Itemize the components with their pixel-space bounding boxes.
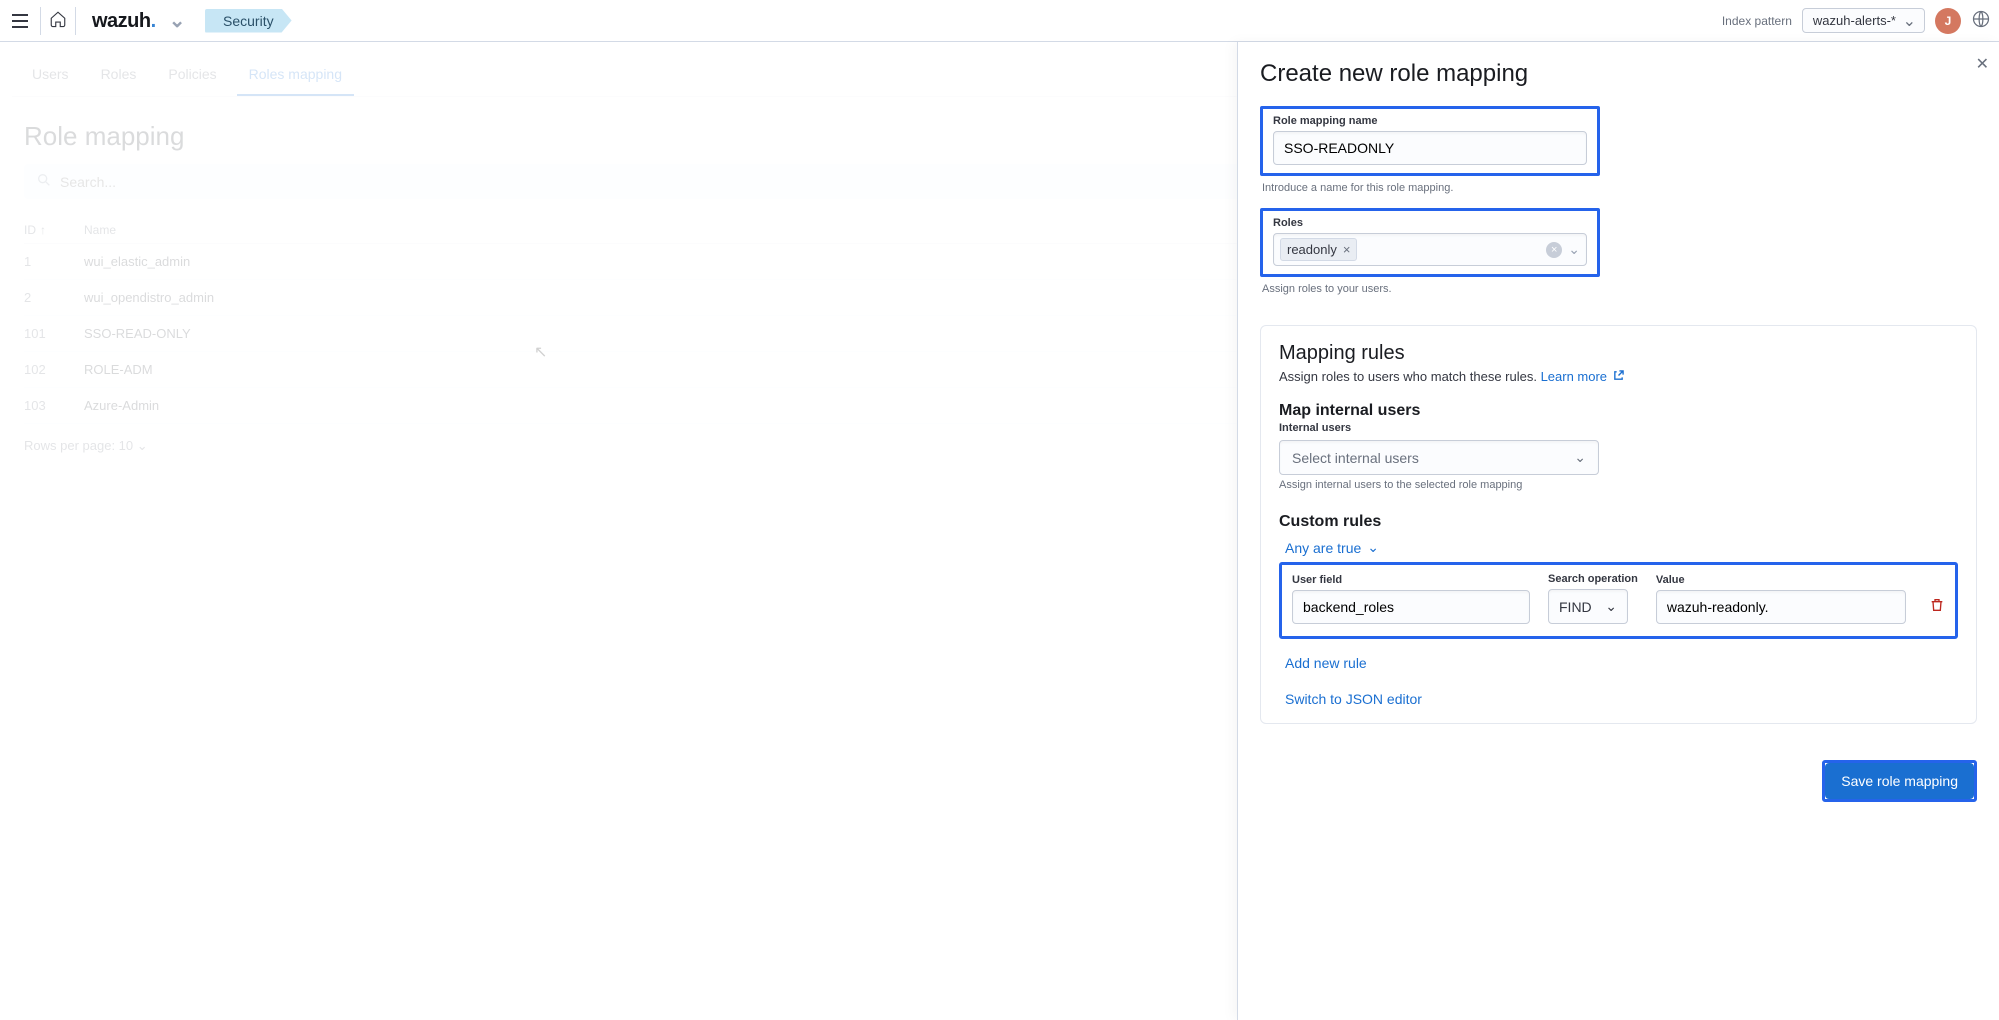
globe-icon[interactable] xyxy=(1971,9,1991,32)
role-mapping-name-input[interactable] xyxy=(1273,131,1587,165)
save-highlight: Save role mapping xyxy=(1822,760,1977,802)
cell-id: 1 xyxy=(24,254,84,269)
mapping-rules-title: Mapping rules xyxy=(1279,342,1958,365)
chevron-down-icon: ⌄ xyxy=(1605,598,1617,615)
chevron-down-icon[interactable]: ⌄ xyxy=(169,8,185,33)
menu-toggle-icon[interactable] xyxy=(8,9,32,33)
role-chip-readonly: readonly × xyxy=(1280,238,1357,261)
cell-id: 2 xyxy=(24,290,84,305)
clear-all-icon[interactable]: × xyxy=(1546,242,1562,258)
chevron-down-icon[interactable]: ⌄ xyxy=(1568,241,1580,258)
cell-id: 102 xyxy=(24,362,84,377)
cell-id: 103 xyxy=(24,398,84,413)
avatar[interactable]: J xyxy=(1935,8,1961,34)
role-mapping-name-group: Role mapping name xyxy=(1260,106,1600,176)
add-new-rule-link[interactable]: Add new rule xyxy=(1285,655,1367,671)
remove-chip-icon[interactable]: × xyxy=(1343,242,1351,257)
breadcrumb-security[interactable]: Security xyxy=(205,9,292,33)
map-internal-users-title: Map internal users xyxy=(1279,402,1958,420)
roles-label: Roles xyxy=(1273,217,1587,229)
tab-policies[interactable]: Policies xyxy=(156,54,228,96)
chevron-down-icon: ⌄ xyxy=(1367,539,1379,556)
roles-group: Roles readonly × × ⌄ xyxy=(1260,208,1600,277)
custom-rules-title: Custom rules xyxy=(1279,513,1958,531)
save-role-mapping-button[interactable]: Save role mapping xyxy=(1825,763,1974,799)
flyout-title: Create new role mapping xyxy=(1260,60,1977,88)
internal-users-label: Internal users xyxy=(1279,422,1958,434)
brand-logo: wazuh. ⌄ xyxy=(84,8,185,33)
mapping-rules-panel: Mapping rules Assign roles to users who … xyxy=(1260,325,1977,724)
col-id[interactable]: ID ↑ xyxy=(24,223,84,237)
index-pattern-label: Index pattern xyxy=(1722,14,1792,28)
tab-roles[interactable]: Roles xyxy=(89,54,149,96)
learn-more-link[interactable]: Learn more xyxy=(1541,369,1624,384)
search-op-label: Search operation xyxy=(1548,573,1638,585)
app-header: wazuh. ⌄ Security Index pattern wazuh-al… xyxy=(0,0,1999,42)
cell-id: 101 xyxy=(24,326,84,341)
custom-rule-row: User field Search operation FIND⌄ Value xyxy=(1279,562,1958,639)
chevron-down-icon: ⌄ xyxy=(137,438,148,453)
sort-up-icon: ↑ xyxy=(40,223,46,237)
internal-users-help: Assign internal users to the selected ro… xyxy=(1279,479,1958,491)
search-icon xyxy=(36,172,60,191)
chevron-down-icon: ⌄ xyxy=(1574,449,1586,466)
create-role-mapping-flyout: ✕ Create new role mapping Role mapping n… xyxy=(1237,42,1999,1020)
internal-users-select[interactable]: Select internal users ⌄ xyxy=(1279,440,1599,475)
role-mapping-name-help: Introduce a name for this role mapping. xyxy=(1262,182,1977,194)
tab-users[interactable]: Users xyxy=(20,54,81,96)
home-button[interactable] xyxy=(40,7,76,35)
value-label: Value xyxy=(1656,574,1906,586)
rule-combinator[interactable]: Any are true ⌄ xyxy=(1285,539,1958,556)
search-op-select[interactable]: FIND⌄ xyxy=(1548,589,1628,624)
value-input[interactable] xyxy=(1656,590,1906,624)
tab-roles-mapping[interactable]: Roles mapping xyxy=(237,54,354,96)
home-icon xyxy=(49,10,67,31)
roles-help: Assign roles to your users. xyxy=(1262,283,1977,295)
user-field-label: User field xyxy=(1292,574,1530,586)
user-field-input[interactable] xyxy=(1292,590,1530,624)
close-icon[interactable]: ✕ xyxy=(1976,54,1989,74)
role-mapping-name-label: Role mapping name xyxy=(1273,115,1587,127)
mapping-rules-subtitle: Assign roles to users who match these ru… xyxy=(1279,369,1958,384)
roles-combobox[interactable]: readonly × × ⌄ xyxy=(1273,233,1587,266)
switch-json-link[interactable]: Switch to JSON editor xyxy=(1285,691,1422,707)
delete-rule-icon[interactable] xyxy=(1929,597,1945,616)
index-pattern-select[interactable]: wazuh-alerts-* xyxy=(1802,8,1925,33)
external-link-icon xyxy=(1613,370,1624,381)
